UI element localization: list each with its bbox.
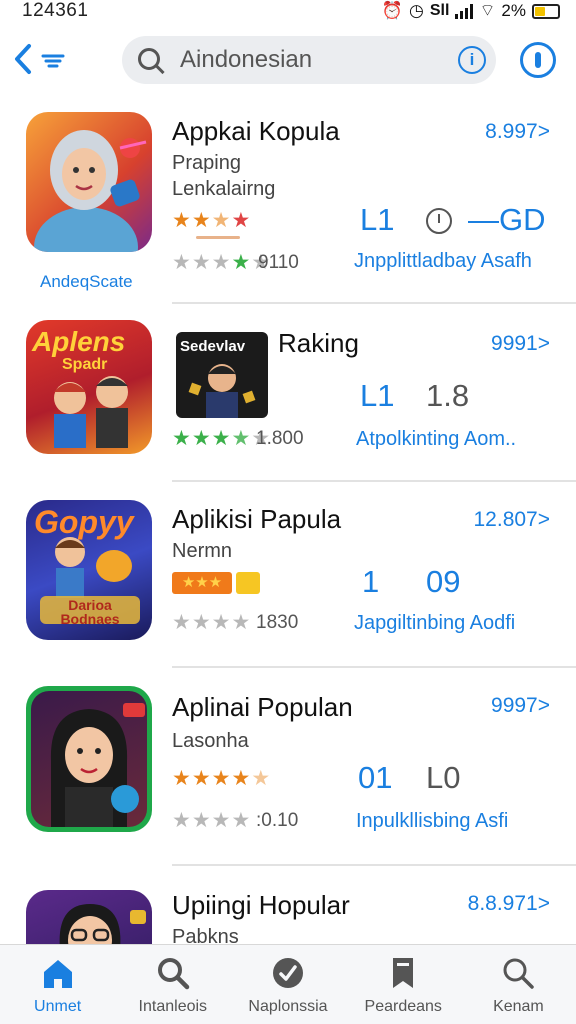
filter-icon: [41, 54, 65, 68]
list-item[interactable]: Aplens Spadr Sedevlav Raking 9991> L1 1.…: [0, 304, 576, 484]
thumbnail-text: Sedevlav: [180, 338, 246, 355]
app-subtitle: Lenkalairng: [172, 178, 276, 200]
rating-count: 1.800: [256, 428, 304, 449]
app-title[interactable]: Raking: [278, 328, 359, 359]
app-title[interactable]: Upiingi Hopular: [172, 890, 350, 921]
carrier-label: Sll: [429, 2, 450, 19]
app-icon[interactable]: [26, 890, 152, 944]
rating-badge: [236, 572, 260, 594]
app-title[interactable]: Appkai Kopula: [172, 116, 340, 147]
filter-button[interactable]: [38, 46, 68, 76]
list-item[interactable]: Upiingi Hopular 8.8.971> Pabkns: [0, 864, 576, 944]
status-time: 124361: [22, 0, 89, 21]
status-icons: ⏰ ◷ Sll ⌔ 2%: [382, 1, 560, 21]
icon-text: Darioa Bodnaes: [60, 597, 120, 627]
tab-label: Intanleois: [138, 998, 208, 1015]
signal-icon: [455, 3, 474, 19]
person-illustration: [34, 130, 147, 252]
star-rating: ★★★★: [172, 209, 252, 232]
app-subtitle: Nermn: [172, 540, 233, 562]
icon-text: Gopyy: [34, 504, 134, 540]
tab-search[interactable]: Intanleois: [115, 945, 230, 1024]
price-button[interactable]: 9991>: [491, 332, 550, 356]
search-bar[interactable]: i: [122, 36, 496, 84]
app-icon[interactable]: [26, 112, 152, 252]
stat-value: L1: [360, 202, 395, 237]
price-button[interactable]: 8.997>: [485, 120, 550, 144]
app-thumbnail: Sedevlav: [176, 332, 268, 418]
chevron-left-icon: [15, 44, 31, 74]
app-title[interactable]: Aplinai Populan: [172, 692, 353, 723]
tab-label: Kenam: [493, 998, 544, 1015]
stat-value: 1.8: [426, 378, 470, 413]
rating-count: 9110: [258, 252, 299, 273]
info-icon[interactable]: i: [458, 46, 486, 74]
rating-badge: ★★★: [172, 572, 232, 594]
tab-explore[interactable]: Naplonssia: [230, 945, 345, 1024]
stat-value: L1: [360, 378, 395, 413]
stat-value: L0: [426, 760, 461, 795]
home-icon: [43, 960, 72, 988]
divider: [172, 480, 576, 482]
status-bar: 124361 ⏰ ◷ Sll ⌔ 2%: [0, 0, 576, 24]
developer-link[interactable]: Japgiltinbing Aodfi: [354, 612, 515, 635]
app-subtitle: Pabkns: [172, 926, 239, 944]
tab-home[interactable]: Unmet: [0, 945, 115, 1024]
app-icon[interactable]: [26, 686, 152, 832]
app-subtitle: Lasonha: [172, 730, 249, 752]
list-item[interactable]: Aplinai Populan 9997> Lasonha ★★★★★ 01 L…: [0, 668, 576, 866]
stat-value: 1: [362, 564, 380, 599]
star-rating: ★★★★: [172, 611, 252, 634]
icon-caption: AndeqScate: [40, 272, 133, 291]
tab-find[interactable]: Kenam: [461, 945, 576, 1024]
developer-link[interactable]: Inpulkllisbing Asfi: [356, 810, 508, 833]
list-item[interactable]: Gopyy Darioa Bodnaes Aplikisi Papula 12.…: [0, 484, 576, 668]
search-icon: [503, 958, 535, 989]
list-item[interactable]: AndeqScate Appkai Kopula 8.997> Praping …: [0, 108, 576, 304]
developer-link[interactable]: Jnpplittladbay Asafh: [354, 250, 532, 273]
icon-text: Aplens: [32, 326, 126, 357]
star-rating: ★★★★★: [172, 251, 272, 274]
app-title[interactable]: Aplikisi Papula: [172, 504, 341, 535]
wifi-icon: ⌔: [479, 1, 496, 20]
person-illustration: [50, 703, 145, 827]
app-icon-inner: [31, 691, 147, 827]
alarm-icon: ⏰: [381, 1, 404, 20]
battery-icon: [532, 3, 560, 19]
stat-value: —GD: [468, 202, 546, 237]
tab-saved[interactable]: Peardeans: [346, 945, 461, 1024]
tab-label: Unmet: [34, 998, 82, 1015]
rating-bar: [196, 236, 240, 239]
search-icon: [138, 48, 160, 70]
tab-label: Peardeans: [364, 998, 442, 1015]
developer-link[interactable]: Atpolkinting Aom..: [356, 428, 516, 451]
search-header: i: [0, 34, 576, 86]
search-icon: [157, 958, 190, 990]
search-input[interactable]: [180, 44, 440, 76]
star-rating: ★★★★★: [172, 767, 272, 790]
stat-value: 09: [426, 564, 461, 599]
tab-bar: Unmet Intanleois Naplonssia Peardeans Ke…: [0, 944, 576, 1024]
tab-label: Naplonssia: [248, 998, 328, 1015]
rating-count: :0.10: [256, 810, 299, 831]
stat-value: 01: [358, 760, 393, 795]
compass-icon: [273, 958, 303, 988]
clock-icon: ◷: [409, 1, 424, 20]
price-button[interactable]: 12.807>: [474, 508, 551, 532]
bookmark-icon: [393, 958, 414, 988]
person-illustration: [59, 904, 146, 944]
app-subtitle: Praping: [172, 152, 241, 174]
clock-icon: [426, 208, 452, 234]
rating-count: 1830: [256, 612, 299, 633]
profile-button[interactable]: [520, 42, 556, 78]
star-rating: ★★★★: [172, 809, 252, 832]
battery-percent: 2%: [501, 1, 526, 20]
back-button[interactable]: [10, 42, 36, 76]
price-button[interactable]: 8.8.971>: [468, 892, 550, 916]
icon-text: Spadr: [62, 356, 108, 373]
app-icon[interactable]: Aplens Spadr: [26, 320, 152, 454]
app-icon[interactable]: Gopyy Darioa Bodnaes: [26, 500, 152, 640]
price-button[interactable]: 9997>: [491, 694, 550, 718]
